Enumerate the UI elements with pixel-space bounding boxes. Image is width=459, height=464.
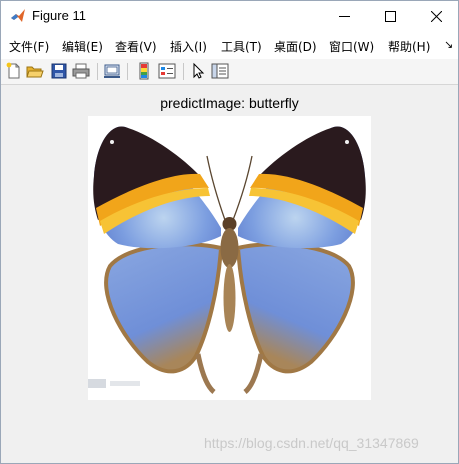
watermark-text: https://blog.csdn.net/qq_31347869 [204, 435, 419, 451]
toolbar-separator [97, 63, 98, 80]
predicted-image [88, 116, 371, 400]
title-bar: Figure 11 [1, 1, 458, 32]
menu-edit[interactable]: 编辑(E) [62, 38, 103, 55]
insert-legend-icon[interactable] [158, 62, 176, 80]
matlab-logo-icon [10, 8, 26, 24]
window-title: Figure 11 [32, 8, 86, 23]
menu-insert[interactable]: 插入(I) [170, 38, 207, 55]
toolbar-separator [127, 63, 128, 80]
menu-desktop[interactable]: 桌面(D) [274, 38, 317, 55]
menu-overflow-icon[interactable]: ↘ [444, 38, 453, 51]
figure-window: Figure 11 文件(F) 编辑(E) 查看(V) 插入(I) 工具(T) … [0, 0, 459, 464]
pointer-icon[interactable] [189, 62, 207, 80]
minimize-button[interactable] [321, 1, 367, 32]
axes-title: predictImage: butterfly [160, 95, 299, 111]
print-icon[interactable] [72, 62, 90, 80]
new-figure-icon[interactable] [5, 62, 23, 80]
maximize-button[interactable] [367, 1, 413, 32]
property-inspector-icon[interactable] [211, 62, 229, 80]
menu-bar: 文件(F) 编辑(E) 查看(V) 插入(I) 工具(T) 桌面(D) 窗口(W… [1, 32, 458, 60]
maximize-icon [384, 11, 396, 22]
insert-colorbar-icon[interactable] [135, 62, 153, 80]
menu-file[interactable]: 文件(F) [9, 38, 49, 55]
close-icon [430, 11, 442, 22]
minimize-icon [338, 16, 350, 17]
menu-help[interactable]: 帮助(H) [388, 38, 430, 55]
menu-view[interactable]: 查看(V) [115, 38, 157, 55]
toolbar-separator [183, 63, 184, 80]
close-button[interactable] [413, 1, 459, 32]
menu-tools[interactable]: 工具(T) [221, 38, 262, 55]
figure-toolbar [1, 59, 458, 85]
butterfly-image [88, 126, 366, 394]
open-file-icon[interactable] [26, 62, 44, 80]
link-plot-icon[interactable] [103, 62, 121, 80]
save-icon[interactable] [50, 62, 68, 80]
menu-window[interactable]: 窗口(W) [329, 38, 374, 55]
